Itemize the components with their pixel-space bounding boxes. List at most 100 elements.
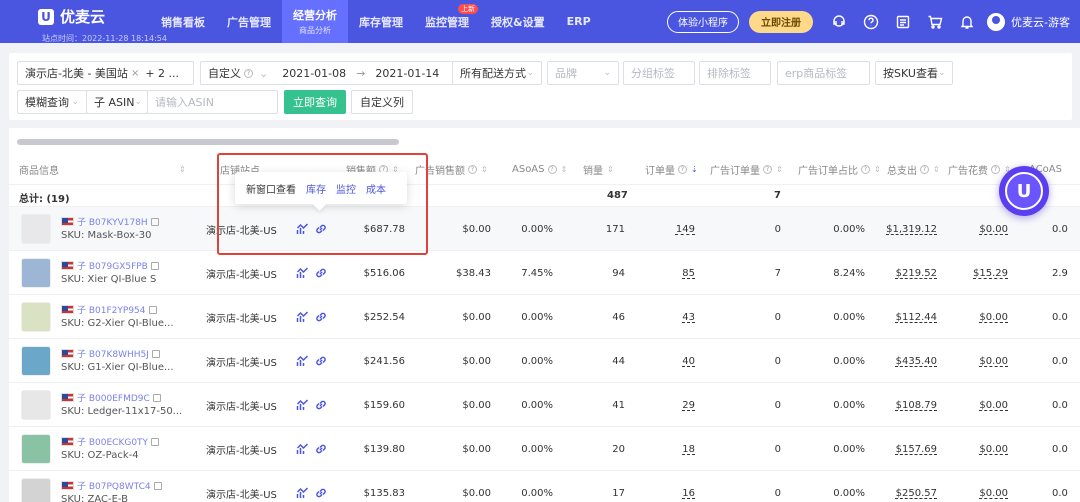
monitor-link[interactable]: 监控 [336,181,356,196]
orders-link[interactable]: 85 [682,268,695,279]
asin-link[interactable]: 子 B07K8WHH5J [77,347,149,360]
link-icon[interactable] [314,383,328,427]
link-icon[interactable] [314,427,328,471]
orders-link[interactable]: 16 [682,488,695,499]
asin-type-select[interactable]: 子 ASIN ⌄ [86,90,148,114]
brand-select[interactable]: 品牌 ⌄ [547,61,619,85]
help-icon[interactable] [855,0,887,43]
link-icon[interactable] [314,251,328,295]
trend-chart-icon[interactable] [296,427,310,471]
trend-chart-icon[interactable] [296,339,310,383]
orders-link[interactable]: 149 [676,224,695,235]
ad-spend-link[interactable]: $15.29 [973,268,1008,279]
orders-link[interactable]: 18 [682,444,695,455]
asin-link[interactable]: 子 B00ECKG0TY [77,435,148,448]
trend-chart-icon[interactable] [296,207,310,251]
trend-chart-icon[interactable] [296,383,310,427]
custom-columns-button[interactable]: 自定义列 [351,90,413,114]
sort-icon[interactable]: ⇕ [175,153,186,185]
product-image[interactable] [21,302,51,332]
product-image[interactable] [21,434,51,464]
link-icon[interactable] [314,471,328,502]
orders-link[interactable]: 43 [682,312,695,323]
asin-link[interactable]: 子 B000EFMD9C [77,391,150,404]
ad-spend-link[interactable]: $0.00 [979,356,1008,367]
total-spend-link[interactable]: $219.52 [896,268,937,279]
total-spend-link[interactable]: $108.79 [896,400,937,411]
external-link-icon[interactable] [153,481,162,490]
product-image[interactable] [21,214,51,244]
ad-spend-link[interactable]: $0.00 [979,488,1008,499]
delivery-select[interactable]: 所有配送方式 ⌄ [452,61,542,85]
inventory-link[interactable]: 库存 [306,181,326,196]
col-ad-order-ratio[interactable]: 广告订单占比? ⇕ [798,153,881,185]
nav-item-ad-management[interactable]: 广告管理 [216,0,282,43]
document-icon[interactable] [887,0,919,43]
bell-icon[interactable] [951,0,983,43]
product-image[interactable] [21,390,51,420]
trial-miniprogram-button[interactable]: 体验小程序 [667,10,740,33]
asin-link[interactable]: 子 B07KYV178H [77,215,148,228]
total-spend-link[interactable]: $250.57 [896,488,937,499]
col-total-spend[interactable]: 总支出? ⇕ [887,153,940,185]
open-new-window-link[interactable]: 新窗口查看 [246,181,296,196]
trend-chart-icon[interactable] [296,251,310,295]
close-icon[interactable]: × [131,68,139,79]
asin-input[interactable]: 请输入ASIN [147,90,278,114]
total-spend-link[interactable]: $1,319.12 [886,224,937,235]
cart-icon[interactable] [919,0,951,43]
user-menu[interactable]: 优麦云-游客 [983,12,1080,31]
asin-link[interactable]: 子 B01F2YP954 [77,303,146,316]
orders-link[interactable]: 40 [682,356,695,367]
cost-link[interactable]: 成本 [366,181,386,196]
external-link-icon[interactable] [148,305,157,314]
trend-chart-icon[interactable] [296,295,310,339]
register-button[interactable]: 立即注册 [749,10,814,33]
trend-chart-icon[interactable] [296,471,310,502]
link-icon[interactable] [314,295,328,339]
shop-select[interactable]: 演示店-北美 - 美国站 × + 2 ... [17,61,194,85]
col-orders[interactable]: 订单量? ⇣ [645,153,698,185]
link-icon[interactable] [314,207,328,251]
col-product[interactable]: 商品信息 [19,153,59,185]
external-link-icon[interactable] [152,393,161,402]
product-image[interactable] [21,346,51,376]
product-image[interactable] [21,258,51,288]
col-ad-orders[interactable]: 广告订单量? ⇕ [710,153,783,185]
product-image[interactable] [21,478,51,502]
ad-spend-link[interactable]: $0.00 [979,444,1008,455]
nav-item-auth-settings[interactable]: 授权&设置 [480,0,556,43]
logo[interactable]: U 优麦云 站点时间：2022-11-28 18:14:54 [38,6,167,43]
orders-link[interactable]: 29 [682,400,695,411]
nav-item-sales-board[interactable]: 销售看板 [150,0,216,43]
query-button[interactable]: 立即查询 [284,90,346,114]
col-ad-sales[interactable]: 广告销售额? ⇕ [415,153,488,185]
match-mode-select[interactable]: 模糊查询 ⌄ [17,90,87,114]
erp-tag-input[interactable]: erp商品标签 [777,61,870,85]
view-mode-select[interactable]: 按SKU查看 ⌄ [875,61,953,85]
external-link-icon[interactable] [151,437,160,446]
ad-spend-link[interactable]: $0.00 [979,224,1008,235]
nav-item-erp[interactable]: ERP [556,0,602,43]
external-link-icon[interactable] [150,261,159,270]
total-spend-link[interactable]: $435.40 [896,356,937,367]
exclude-tag-input[interactable]: 排除标签 [699,61,771,85]
external-link-icon[interactable] [150,217,159,226]
external-link-icon[interactable] [151,349,160,358]
asin-link[interactable]: 子 B07PQ8WTC4 [77,479,151,492]
group-tag-input[interactable]: 分组标签 [623,61,695,85]
col-units[interactable]: 销量 ⇕ [583,153,614,185]
nav-item-inventory[interactable]: 库存管理 [348,0,414,43]
support-icon[interactable] [823,0,855,43]
nav-item-monitor[interactable]: 监控管理 上新 [414,0,480,43]
total-spend-link[interactable]: $112.44 [896,312,937,323]
ad-spend-link[interactable]: $0.00 [979,312,1008,323]
asin-link[interactable]: 子 B079GX5FPB [77,259,148,272]
nav-item-business-analysis[interactable]: 经营分析 商品分析 [282,0,348,43]
link-icon[interactable] [314,339,328,383]
horizontal-scrollbar[interactable] [17,139,399,145]
ad-spend-link[interactable]: $0.00 [979,400,1008,411]
assistant-float-button[interactable]: U [999,166,1049,216]
total-spend-link[interactable]: $157.69 [896,444,937,455]
col-asoas[interactable]: ASoAS? ⇕ [512,153,567,185]
